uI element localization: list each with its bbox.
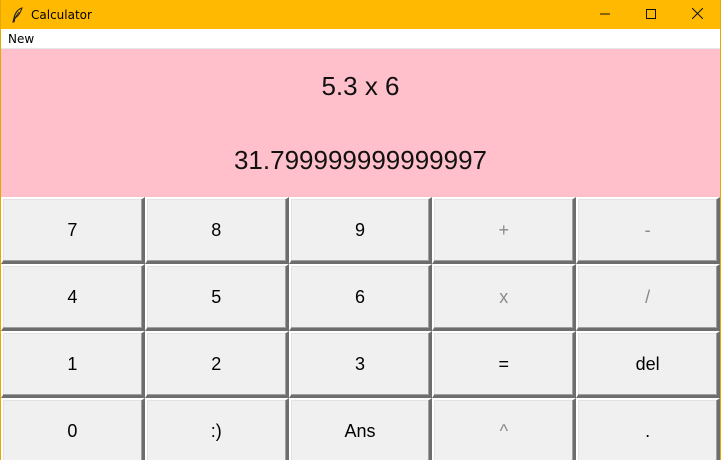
key-minus[interactable]: - [576,197,720,264]
key-ans[interactable]: Ans [288,398,433,460]
window-title: Calculator [31,7,92,22]
key-0[interactable]: 0 [1,398,145,460]
calculator-display: 5.3 x 6 31.799999999999997 [1,49,720,197]
keypad: 7 8 9 + - 4 5 6 x / 1 2 3 = del 0 :) Ans… [1,197,720,460]
result-display: 31.799999999999997 [233,145,488,175]
key-delete[interactable]: del [576,331,720,398]
close-button[interactable] [674,0,720,29]
key-smiley[interactable]: :) [144,398,289,460]
calculator-window: Calculator New 5.3 x 6 31.79999999999999… [0,0,721,460]
key-8[interactable]: 8 [144,197,289,264]
key-4[interactable]: 4 [1,264,145,331]
key-power[interactable]: ^ [432,398,577,460]
minimize-button[interactable] [582,0,628,29]
key-1[interactable]: 1 [1,331,145,398]
feather-icon [11,6,25,23]
window-controls [582,0,720,29]
maximize-icon [646,6,656,24]
key-equals[interactable]: = [432,331,577,398]
expression-display: 5.3 x 6 [321,71,400,101]
key-7[interactable]: 7 [1,197,145,264]
key-3[interactable]: 3 [288,331,433,398]
menu-item-new[interactable]: New [1,32,41,46]
key-decimal[interactable]: . [576,398,720,460]
maximize-button[interactable] [628,0,674,29]
key-2[interactable]: 2 [144,331,289,398]
key-multiply[interactable]: x [432,264,577,331]
close-icon [691,6,703,24]
key-plus[interactable]: + [432,197,577,264]
menu-bar: New [1,29,720,49]
key-5[interactable]: 5 [144,264,289,331]
minimize-icon [600,6,610,24]
key-6[interactable]: 6 [288,264,433,331]
key-divide[interactable]: / [576,264,720,331]
title-bar[interactable]: Calculator [1,0,720,29]
key-9[interactable]: 9 [288,197,433,264]
